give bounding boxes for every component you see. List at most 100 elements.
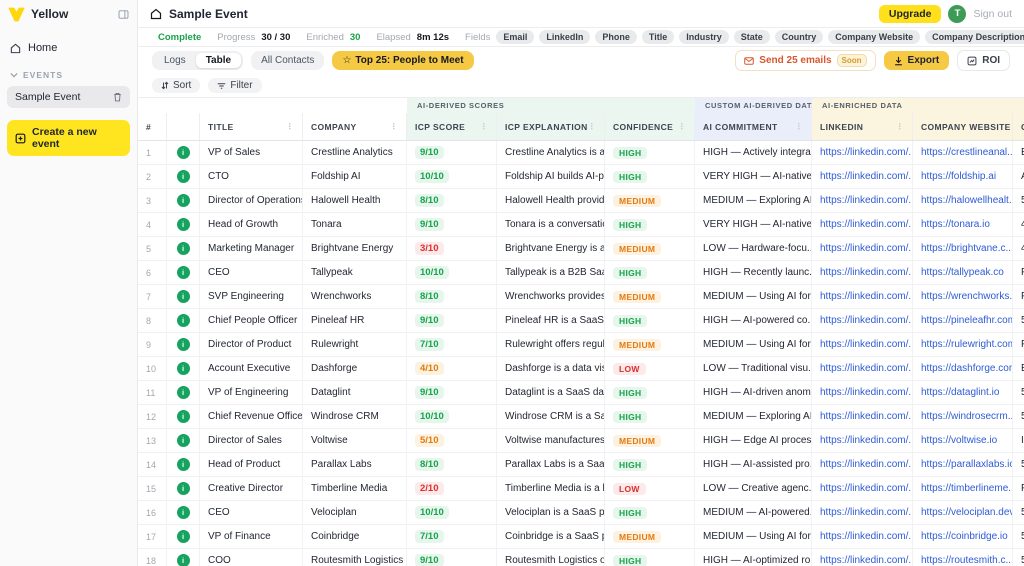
company-website-link[interactable]: https://parallaxlabs.io: [921, 459, 1013, 470]
tab-top-25[interactable]: ☆ Top 25: People to Meet: [332, 51, 473, 70]
table-row[interactable]: 17iVP of FinanceCoinbridge7/10Coinbridge…: [138, 525, 1024, 549]
sort-button[interactable]: Sort: [152, 78, 200, 93]
linkedin-link[interactable]: https://linkedin.com/...: [820, 267, 913, 278]
status-icon-cell: i: [167, 165, 200, 188]
column-drag-handle[interactable]: ⋮: [480, 122, 488, 131]
company-website-link[interactable]: https://coinbridge.io: [921, 531, 1008, 542]
linkedin-link[interactable]: https://linkedin.com/...: [820, 435, 913, 446]
company-website-link[interactable]: https://dataglint.io: [921, 387, 999, 398]
linkedin-link[interactable]: https://linkedin.com/...: [820, 171, 913, 182]
linkedin-cell: https://linkedin.com/...: [812, 165, 913, 188]
company-website-cell: https://routesmith.c...: [913, 549, 1013, 566]
table-row[interactable]: 14iHead of ProductParallax Labs8/10Paral…: [138, 453, 1024, 477]
table-row[interactable]: 8iChief People OfficerPineleaf HR9/10Pin…: [138, 309, 1024, 333]
table-row[interactable]: 9iDirector of ProductRulewright7/10Rulew…: [138, 333, 1024, 357]
company-website-link[interactable]: https://pineleafhr.com: [921, 315, 1013, 326]
sidebar-item-home[interactable]: Home: [0, 36, 137, 60]
create-event-button[interactable]: Create a new event: [7, 120, 130, 156]
column-header[interactable]: AI COMMITMENT⋮: [695, 113, 812, 140]
table-row[interactable]: 15iCreative DirectorTimberline Media2/10…: [138, 477, 1024, 501]
column-drag-handle[interactable]: ⋮: [390, 122, 398, 131]
column-header[interactable]: COMPANY WEBSITE⋮: [913, 113, 1013, 140]
table-row[interactable]: 1iVP of SalesCrestline Analytics9/10Cres…: [138, 141, 1024, 165]
filter-button[interactable]: Filter: [208, 78, 261, 93]
table-row[interactable]: 16iCEOVelociplan10/10Velociplan is a Saa…: [138, 501, 1024, 525]
table-row[interactable]: 18iCOORoutesmith Logistics9/10Routesmith…: [138, 549, 1024, 566]
icp-explanation-cell: Wrenchworks provides ...: [497, 285, 605, 308]
tab-logs[interactable]: Logs: [154, 53, 196, 68]
table-row[interactable]: 6iCEOTallypeak10/10Tallypeak is a B2B Sa…: [138, 261, 1024, 285]
roi-button[interactable]: ROI: [957, 50, 1010, 71]
collapse-sidebar-icon[interactable]: [118, 9, 129, 20]
column-header[interactable]: CONFIDENCE⋮: [605, 113, 695, 140]
sidebar-item-sample-event[interactable]: Sample Event: [7, 86, 130, 108]
company-website-link[interactable]: https://timberlineme...: [921, 483, 1013, 494]
send-emails-button[interactable]: Send 25 emails Soon: [735, 50, 875, 71]
export-button[interactable]: Export: [884, 51, 950, 70]
linkedin-link[interactable]: https://linkedin.com/...: [820, 411, 913, 422]
linkedin-link[interactable]: https://linkedin.com/...: [820, 291, 913, 302]
column-header[interactable]: ICP SCORE⋮: [407, 113, 497, 140]
contact-status-icon: i: [177, 266, 190, 279]
column-header[interactable]: ICP EXPLANATION⋮: [497, 113, 605, 140]
linkedin-link[interactable]: https://linkedin.com/...: [820, 459, 913, 470]
column-drag-handle[interactable]: ⋮: [678, 122, 686, 131]
column-header[interactable]: COMPANY⋮: [303, 113, 407, 140]
column-drag-handle[interactable]: ⋮: [896, 122, 904, 131]
trash-icon[interactable]: [113, 92, 122, 102]
linkedin-link[interactable]: https://linkedin.com/...: [820, 315, 913, 326]
table-row[interactable]: 2iCTOFoldship AI10/10Foldship AI builds …: [138, 165, 1024, 189]
linkedin-link[interactable]: https://linkedin.com/...: [820, 147, 913, 158]
icp-score-cell: 5/10: [407, 429, 497, 452]
linkedin-link[interactable]: https://linkedin.com/...: [820, 483, 913, 494]
table-row[interactable]: 5iMarketing ManagerBrightvane Energy3/10…: [138, 237, 1024, 261]
table-row[interactable]: 13iDirector of SalesVoltwise5/10Voltwise…: [138, 429, 1024, 453]
linkedin-link[interactable]: https://linkedin.com/...: [820, 219, 913, 230]
linkedin-link[interactable]: https://linkedin.com/...: [820, 363, 913, 374]
company-website-link[interactable]: https://routesmith.c...: [921, 555, 1013, 566]
column-drag-handle[interactable]: ⋮: [286, 122, 294, 131]
company-website-link[interactable]: https://velociplan.dev: [921, 507, 1013, 518]
sidebar-section-events[interactable]: EVENTS: [0, 60, 137, 84]
company-website-link[interactable]: https://brightvane.c...: [921, 243, 1013, 254]
ai-commitment-cell: MEDIUM — Using AI for...: [695, 333, 812, 356]
column-drag-handle[interactable]: ⋮: [588, 122, 596, 131]
linkedin-link[interactable]: https://linkedin.com/...: [820, 531, 913, 542]
company-website-link[interactable]: https://dashforge.com: [921, 363, 1013, 374]
company-website-link[interactable]: https://tallypeak.co: [921, 267, 1004, 278]
company-website-link[interactable]: https://voltwise.io: [921, 435, 997, 446]
extra-cell: 5: [1013, 381, 1024, 404]
company-website-link[interactable]: https://halowellhealt...: [921, 195, 1013, 206]
column-header[interactable]: C: [1013, 113, 1024, 140]
column-header[interactable]: LINKEDIN⋮: [812, 113, 913, 140]
upgrade-button[interactable]: Upgrade: [879, 5, 942, 23]
company-website-link[interactable]: https://tonara.io: [921, 219, 990, 230]
table-row[interactable]: 10iAccount ExecutiveDashforge4/10Dashfor…: [138, 357, 1024, 381]
table-row[interactable]: 4iHead of GrowthTonara9/10Tonara is a co…: [138, 213, 1024, 237]
table-row[interactable]: 7iSVP EngineeringWrenchworks8/10Wrenchwo…: [138, 285, 1024, 309]
company-website-link[interactable]: https://wrenchworks...: [921, 291, 1013, 302]
linkedin-link[interactable]: https://linkedin.com/...: [820, 195, 913, 206]
column-header[interactable]: TITLE⋮: [200, 113, 303, 140]
tab-table[interactable]: Table: [196, 53, 241, 68]
progress-value: 30 / 30: [261, 32, 290, 43]
column-header[interactable]: [167, 113, 200, 140]
table-row[interactable]: 11iVP of EngineeringDataglint9/10Datagli…: [138, 381, 1024, 405]
company-website-link[interactable]: https://foldship.ai: [921, 171, 996, 182]
linkedin-link[interactable]: https://linkedin.com/...: [820, 387, 913, 398]
table-row[interactable]: 12iChief Revenue OfficerWindrose CRM10/1…: [138, 405, 1024, 429]
linkedin-link[interactable]: https://linkedin.com/...: [820, 339, 913, 350]
company-website-link[interactable]: https://crestlineanal...: [921, 147, 1013, 158]
avatar[interactable]: T: [948, 5, 966, 23]
company-website-link[interactable]: https://windrosecrm...: [921, 411, 1013, 422]
signout-link[interactable]: Sign out: [973, 8, 1012, 20]
column-header[interactable]: #: [138, 113, 167, 140]
linkedin-link[interactable]: https://linkedin.com/...: [820, 243, 913, 254]
linkedin-link[interactable]: https://linkedin.com/...: [820, 555, 913, 566]
extra-cell: 5: [1013, 549, 1024, 566]
table-row[interactable]: 3iDirector of OperationsHalowell Health8…: [138, 189, 1024, 213]
linkedin-link[interactable]: https://linkedin.com/...: [820, 507, 913, 518]
company-website-link[interactable]: https://rulewright.com: [921, 339, 1013, 350]
tab-all-contacts[interactable]: All Contacts: [251, 51, 324, 70]
column-drag-handle[interactable]: ⋮: [795, 122, 803, 131]
